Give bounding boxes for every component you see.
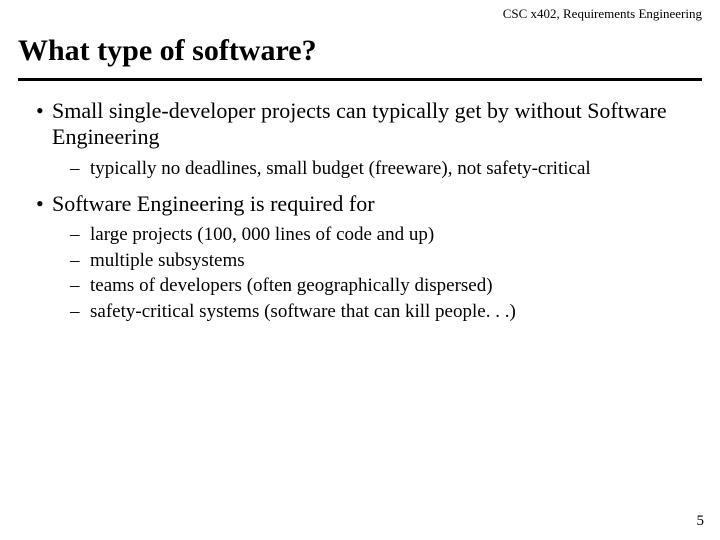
bullet-level2: –safety-critical systems (software that … [30,300,690,324]
bullet-level1: •Small single-developer projects can typ… [30,98,690,151]
bullet-dot-icon: • [36,191,52,217]
bullet-block: •Software Engineering is required for –l… [30,191,690,324]
dash-icon: – [70,249,90,273]
bullet-level2: –large projects (100, 000 lines of code … [30,223,690,247]
course-header: CSC x402, Requirements Engineering [503,6,702,22]
bullet-level1: •Software Engineering is required for [30,191,690,217]
sub-bullet-text: large projects (100, 000 lines of code a… [90,224,434,245]
slide-content: •Small single-developer projects can typ… [30,98,690,334]
dash-icon: – [70,300,90,324]
dash-icon: – [70,274,90,298]
bullet-block: •Small single-developer projects can typ… [30,98,690,181]
bullet-level2: –multiple subsystems [30,249,690,273]
sub-bullet-text: safety-critical systems (software that c… [90,301,516,322]
sub-bullet-text: teams of developers (often geographicall… [90,275,493,296]
dash-icon: – [70,157,90,181]
sub-bullet-text: typically no deadlines, small budget (fr… [90,158,591,179]
dash-icon: – [70,223,90,247]
slide-title: What type of software? [18,34,317,68]
bullet-text: Software Engineering is required for [52,191,375,216]
page-number: 5 [697,513,705,530]
bullet-level2: –typically no deadlines, small budget (f… [30,157,690,181]
bullet-dot-icon: • [36,98,52,124]
sub-bullet-text: multiple subsystems [90,250,245,271]
title-divider [18,78,702,81]
bullet-level2: –teams of developers (often geographical… [30,274,690,298]
bullet-text: Small single-developer projects can typi… [52,98,667,149]
